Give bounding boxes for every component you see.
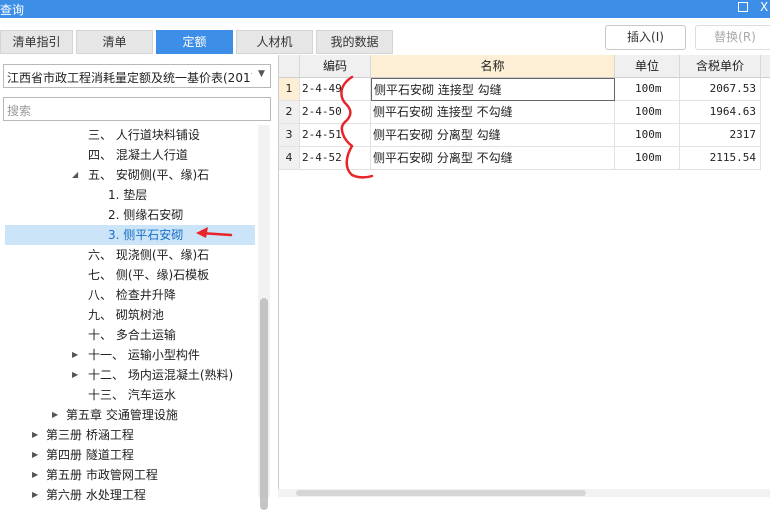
grid-horizontal-scrollbar[interactable] [278, 489, 770, 497]
tree-item[interactable]: 八、 检查井升降 [88, 285, 176, 305]
column-header-name[interactable]: 名称 [371, 55, 615, 78]
chevron-down-icon[interactable]: ▼ [258, 69, 265, 79]
window-title: 查询 [0, 3, 25, 17]
tab-my-data[interactable]: 我的数据 [316, 30, 393, 54]
cell-code[interactable]: 2-4-52 [300, 147, 371, 170]
column-header-extra [761, 55, 770, 78]
tree-item[interactable]: 四、 混凝土人行道 [88, 145, 188, 165]
tree-item[interactable]: 三、 人行道块料铺设 [88, 125, 200, 145]
close-button[interactable]: X [760, 0, 768, 14]
cell-unit[interactable]: 100m [615, 147, 680, 170]
tab-bar: 清单指引 清单 定额 人材机 我的数据 插入(I) 替换(R) [0, 18, 770, 55]
tree-item[interactable]: 1. 垫层 [108, 185, 147, 205]
tree-item[interactable]: 2. 侧缘石安砌 [108, 205, 183, 225]
tree-item[interactable]: 五、 安砌侧(平、缘)石 [88, 165, 209, 185]
insert-button[interactable]: 插入(I) [605, 25, 686, 50]
tree-item[interactable]: 第五册 市政管网工程 [46, 465, 158, 485]
cell-name[interactable]: 侧平石安砌 连接型 不勾缝 [371, 101, 615, 124]
left-panel: 江西省市政工程消耗量定额及统一基价表(2017 ▼ 搜索 三、 人行道块料铺设 … [0, 55, 277, 510]
cell-unit[interactable]: 100m [615, 78, 680, 101]
left-scrollbar[interactable] [258, 125, 270, 510]
tab-labor-material-machine[interactable]: 人材机 [236, 30, 313, 54]
column-header-price[interactable]: 含税单价 [680, 55, 761, 78]
tree-item[interactable]: 第五章 交通管理设施 [66, 405, 178, 425]
row-index[interactable]: 3 [279, 124, 300, 147]
cell-unit[interactable]: 100m [615, 101, 680, 124]
cell-code[interactable]: 2-4-50 [300, 101, 371, 124]
replace-button[interactable]: 替换(R) [695, 25, 770, 50]
tree-item[interactable]: 十、 多合土运输 [88, 325, 176, 345]
cell-price[interactable]: 2317 [680, 124, 761, 147]
tree-item[interactable]: 十一、 运输小型构件 [88, 345, 200, 365]
grid-scrollbar-thumb[interactable] [296, 490, 586, 496]
cell-unit[interactable]: 100m [615, 124, 680, 147]
cell-name[interactable]: 侧平石安砌 分离型 不勾缝 [371, 147, 615, 170]
cell-name[interactable]: 侧平石安砌 连接型 勾缝 [371, 78, 615, 101]
tab-quota[interactable]: 定额 [156, 30, 233, 54]
tree-item[interactable]: 六、 现浇侧(平、缘)石 [88, 245, 209, 265]
tree-item[interactable]: 十二、 场内运混凝土(熟料) [88, 365, 233, 385]
maximize-icon[interactable] [738, 2, 748, 12]
search-input[interactable]: 搜索 [3, 97, 271, 121]
column-header-unit[interactable]: 单位 [615, 55, 680, 78]
row-index[interactable]: 2 [279, 101, 300, 124]
cell-name[interactable]: 侧平石安砌 分离型 勾缝 [371, 124, 615, 147]
tab-list-guide[interactable]: 清单指引 [0, 30, 73, 54]
tree-item[interactable]: 九、 砌筑树池 [88, 305, 164, 325]
tree-item[interactable]: 七、 侧(平、缘)石模板 [88, 265, 209, 285]
tree-item[interactable]: 第六册 水处理工程 [46, 485, 146, 505]
column-header-code[interactable]: 编码 [300, 55, 371, 78]
left-scrollbar-thumb[interactable] [260, 298, 268, 510]
row-index[interactable]: 4 [279, 147, 300, 170]
row-header-corner [279, 55, 300, 78]
tree-item-selected[interactable]: 3. 侧平石安砌 [108, 225, 183, 245]
tree-item[interactable]: 第三册 桥涵工程 [46, 425, 134, 445]
cell-price[interactable]: 1964.63 [680, 101, 761, 124]
quota-library-select[interactable]: 江西省市政工程消耗量定额及统一基价表(2017 ▼ [3, 64, 271, 88]
cell-price[interactable]: 2115.54 [680, 147, 761, 170]
search-placeholder: 搜索 [7, 104, 32, 118]
tree-item[interactable]: 十三、 汽车运水 [88, 385, 176, 405]
cell-code[interactable]: 2-4-49 [300, 78, 371, 101]
quota-library-value: 江西省市政工程消耗量定额及统一基价表(2017 [7, 71, 252, 85]
row-index[interactable]: 1 [279, 78, 300, 101]
cell-price[interactable]: 2067.53 [680, 78, 761, 101]
tree-item[interactable]: 第四册 隧道工程 [46, 445, 134, 465]
tab-list[interactable]: 清单 [76, 30, 153, 54]
title-bar: 查询 X [0, 0, 770, 18]
cell-code[interactable]: 2-4-51 [300, 124, 371, 147]
quota-grid: 编码 名称 单位 含税单价 1 2-4-49 侧平石安砌 连接型 勾缝 100m… [278, 55, 770, 497]
